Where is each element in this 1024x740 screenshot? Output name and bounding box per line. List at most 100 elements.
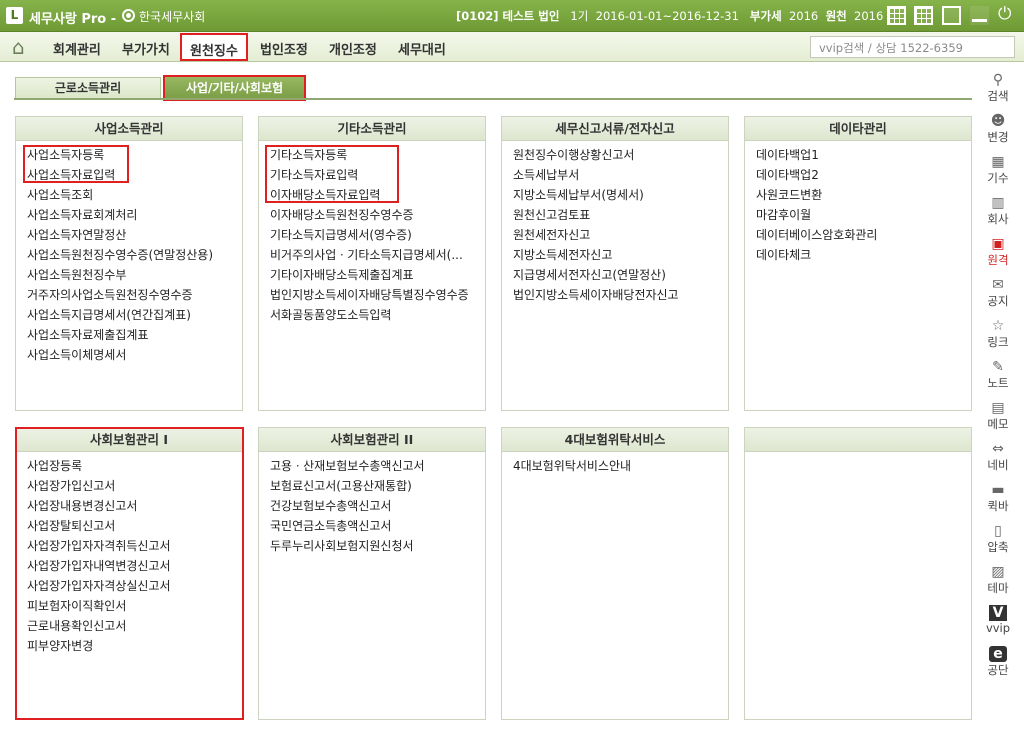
- list-item[interactable]: 사업소득자등록: [16, 145, 242, 165]
- menu-tax-agent[interactable]: 세무대리: [398, 39, 446, 58]
- panel-social-insurance-1: 사회보험관리 I 사업장등록 사업장가입신고서 사업장내용변경신고서 사업장탈퇴…: [15, 427, 243, 720]
- tab-underline: [14, 98, 972, 100]
- list-item[interactable]: 두루누리사회보험지원신청서: [259, 536, 485, 556]
- sidebar-item-term[interactable]: ▦ 기수: [980, 154, 1016, 186]
- sidebar-item-company[interactable]: ▥ 회사: [980, 195, 1016, 227]
- panel-title: [745, 428, 971, 452]
- list-item[interactable]: 사업소득자료제출집계표: [16, 325, 242, 345]
- archive-icon: ▯: [994, 523, 1002, 539]
- sidebar-item-notice[interactable]: ✉ 공지: [980, 277, 1016, 309]
- search-input[interactable]: vvip검색 / 상담 1522-6359: [810, 36, 1015, 58]
- list-item[interactable]: 사업장가입자자격상실신고서: [16, 576, 242, 596]
- list-item[interactable]: 이자배당소득자료입력: [259, 185, 485, 205]
- list-item[interactable]: 국민연금소득총액신고서: [259, 516, 485, 536]
- exit-icon[interactable]: ⏻: [998, 4, 1011, 24]
- list-item[interactable]: 사업장탈퇴신고서: [16, 516, 242, 536]
- sidebar-item-search[interactable]: ⚲ 검색: [980, 72, 1016, 104]
- list-item[interactable]: 사업소득자료회계처리: [16, 205, 242, 225]
- list-item[interactable]: 건강보험보수총액신고서: [259, 496, 485, 516]
- list-item[interactable]: 보험료신고서(고용산재통합): [259, 476, 485, 496]
- list-item[interactable]: 소득세납부서: [502, 165, 728, 185]
- sidebar-item-link[interactable]: ☆ 링크: [980, 318, 1016, 350]
- sidebar-item-vvip[interactable]: Vvvip: [980, 605, 1016, 635]
- panel-title: 사업소득관리: [16, 117, 242, 141]
- menu-withholding[interactable]: 원천징수: [180, 33, 248, 61]
- menu-vat[interactable]: 부가가치: [122, 39, 170, 58]
- list-item[interactable]: 사업소득원천징수부: [16, 265, 242, 285]
- list-item[interactable]: 기타소득지급명세서(영수증): [259, 225, 485, 245]
- sidebar-item-navi[interactable]: ⇔ 네비: [980, 441, 1016, 473]
- window-icon[interactable]: [942, 6, 961, 25]
- sidebar-item-change[interactable]: ☻ 변경: [980, 113, 1016, 145]
- list-item[interactable]: 지방소득세전자신고: [502, 245, 728, 265]
- list-item[interactable]: 데이타백업2: [745, 165, 971, 185]
- list-item[interactable]: 기타소득자료입력: [259, 165, 485, 185]
- list-item[interactable]: 서화골동품양도소득입력: [259, 305, 485, 325]
- home-icon[interactable]: ⌂: [12, 35, 25, 59]
- tab-earned-income[interactable]: 근로소득관리: [15, 77, 161, 99]
- list-item[interactable]: 사업장내용변경신고서: [16, 496, 242, 516]
- sidebar-item-remote[interactable]: ▣ 원격: [980, 236, 1016, 268]
- menu-corporate-adjust[interactable]: 법인조정: [260, 39, 308, 58]
- sidebar-item-quickbar[interactable]: ▬ 퀵바: [980, 482, 1016, 514]
- panel-title: 4대보험위탁서비스: [502, 428, 728, 452]
- panel-list: 고용ㆍ산재보험보수총액신고서 보험료신고서(고용산재통합) 건강보험보수총액신고…: [259, 452, 485, 556]
- menu-accounting[interactable]: 회계관리: [53, 39, 101, 58]
- building-icon: ▥: [991, 195, 1005, 211]
- list-item[interactable]: 사원코드변환: [745, 185, 971, 205]
- list-item[interactable]: 거주자의사업소득원천징수영수증: [16, 285, 242, 305]
- list-item[interactable]: 지급명세서전자신고(연말정산): [502, 265, 728, 285]
- list-item[interactable]: 법인지방소득세이자배당전자신고: [502, 285, 728, 305]
- sidebar-item-memo[interactable]: ▤ 메모: [980, 400, 1016, 432]
- list-item[interactable]: 원천징수이행상황신고서: [502, 145, 728, 165]
- title-bar: L 세무사랑 Pro - 한국세무사회 [0102] 테스트 법인 1기 201…: [0, 0, 1024, 32]
- list-item[interactable]: 피보험자이직확인서: [16, 596, 242, 616]
- list-item[interactable]: 사업장가입자자격취득신고서: [16, 536, 242, 556]
- panel-data-management: 데이타관리 데이타백업1 데이타백업2 사원코드변환 마감후이월 데이터베이스암…: [744, 116, 972, 411]
- sidebar-item-theme[interactable]: ▨ 테마: [980, 564, 1016, 596]
- list-item[interactable]: 사업장등록: [16, 456, 242, 476]
- navigation-icon: ⇔: [992, 441, 1004, 457]
- list-item[interactable]: 기타이자배당소득제출집계표: [259, 265, 485, 285]
- vat-label: 부가세: [749, 9, 782, 23]
- list-item[interactable]: 사업소득자연말정산: [16, 225, 242, 245]
- list-item[interactable]: 피부양자변경: [16, 636, 242, 656]
- sidebar-item-note[interactable]: ✎ 노트: [980, 359, 1016, 391]
- list-item[interactable]: 사업장가입신고서: [16, 476, 242, 496]
- sidebar-item-compress[interactable]: ▯ 압축: [980, 523, 1016, 555]
- star-icon: ☆: [991, 318, 1005, 334]
- list-item[interactable]: 사업소득원천징수영수증(연말정산용): [16, 245, 242, 265]
- list-item[interactable]: 사업소득지급명세서(연간집계표): [16, 305, 242, 325]
- list-item[interactable]: 비거주의사업ㆍ기타소득지급명세서(...: [259, 245, 485, 265]
- list-item[interactable]: 법인지방소득세이자배당특별징수영수증: [259, 285, 485, 305]
- list-item[interactable]: 근로내용확인신고서: [16, 616, 242, 636]
- list-item[interactable]: 이자배당소득원천징수영수증: [259, 205, 485, 225]
- calendar-icon[interactable]: [914, 6, 933, 25]
- list-item[interactable]: 사업장가입자내역변경신고서: [16, 556, 242, 576]
- list-item[interactable]: 기타소득자등록: [259, 145, 485, 165]
- list-item[interactable]: 원천세전자신고: [502, 225, 728, 245]
- list-item[interactable]: 데이터베이스암호화관리: [745, 225, 971, 245]
- panel-title: 기타소득관리: [259, 117, 485, 141]
- minimize-icon[interactable]: [970, 6, 989, 25]
- list-item[interactable]: 데이타체크: [745, 245, 971, 265]
- panel-social-insurance-2: 사회보험관리 II 고용ㆍ산재보험보수총액신고서 보험료신고서(고용산재통합) …: [258, 427, 486, 720]
- menu-personal-adjust[interactable]: 개인조정: [329, 39, 377, 58]
- list-item[interactable]: 데이타백업1: [745, 145, 971, 165]
- list-item[interactable]: 4대보험위탁서비스안내: [502, 456, 728, 476]
- list-item[interactable]: 마감후이월: [745, 205, 971, 225]
- company-info[interactable]: [0102] 테스트 법인 1기 2016-01-01~2016-12-31 부…: [456, 8, 883, 24]
- calculator-icon[interactable]: [887, 6, 906, 25]
- app-title: 세무사랑 Pro -: [29, 12, 117, 27]
- list-item[interactable]: 지방소득세납부서(명세서): [502, 185, 728, 205]
- pin-icon: ✎: [992, 359, 1004, 375]
- sidebar-item-agency[interactable]: e 공단: [980, 646, 1016, 678]
- calendar-icon: ▦: [991, 154, 1005, 170]
- list-item[interactable]: 고용ㆍ산재보험보수총액신고서: [259, 456, 485, 476]
- list-item[interactable]: 사업소득이체명세서: [16, 345, 242, 365]
- menu-bar: ⌂ 회계관리 부가가치 원천징수 법인조정 개인조정 세무대리 vvip검색 /…: [0, 32, 1024, 62]
- list-item[interactable]: 사업소득조회: [16, 185, 242, 205]
- mail-icon: ✉: [992, 277, 1004, 293]
- list-item[interactable]: 사업소득자료입력: [16, 165, 242, 185]
- list-item[interactable]: 원천신고검토표: [502, 205, 728, 225]
